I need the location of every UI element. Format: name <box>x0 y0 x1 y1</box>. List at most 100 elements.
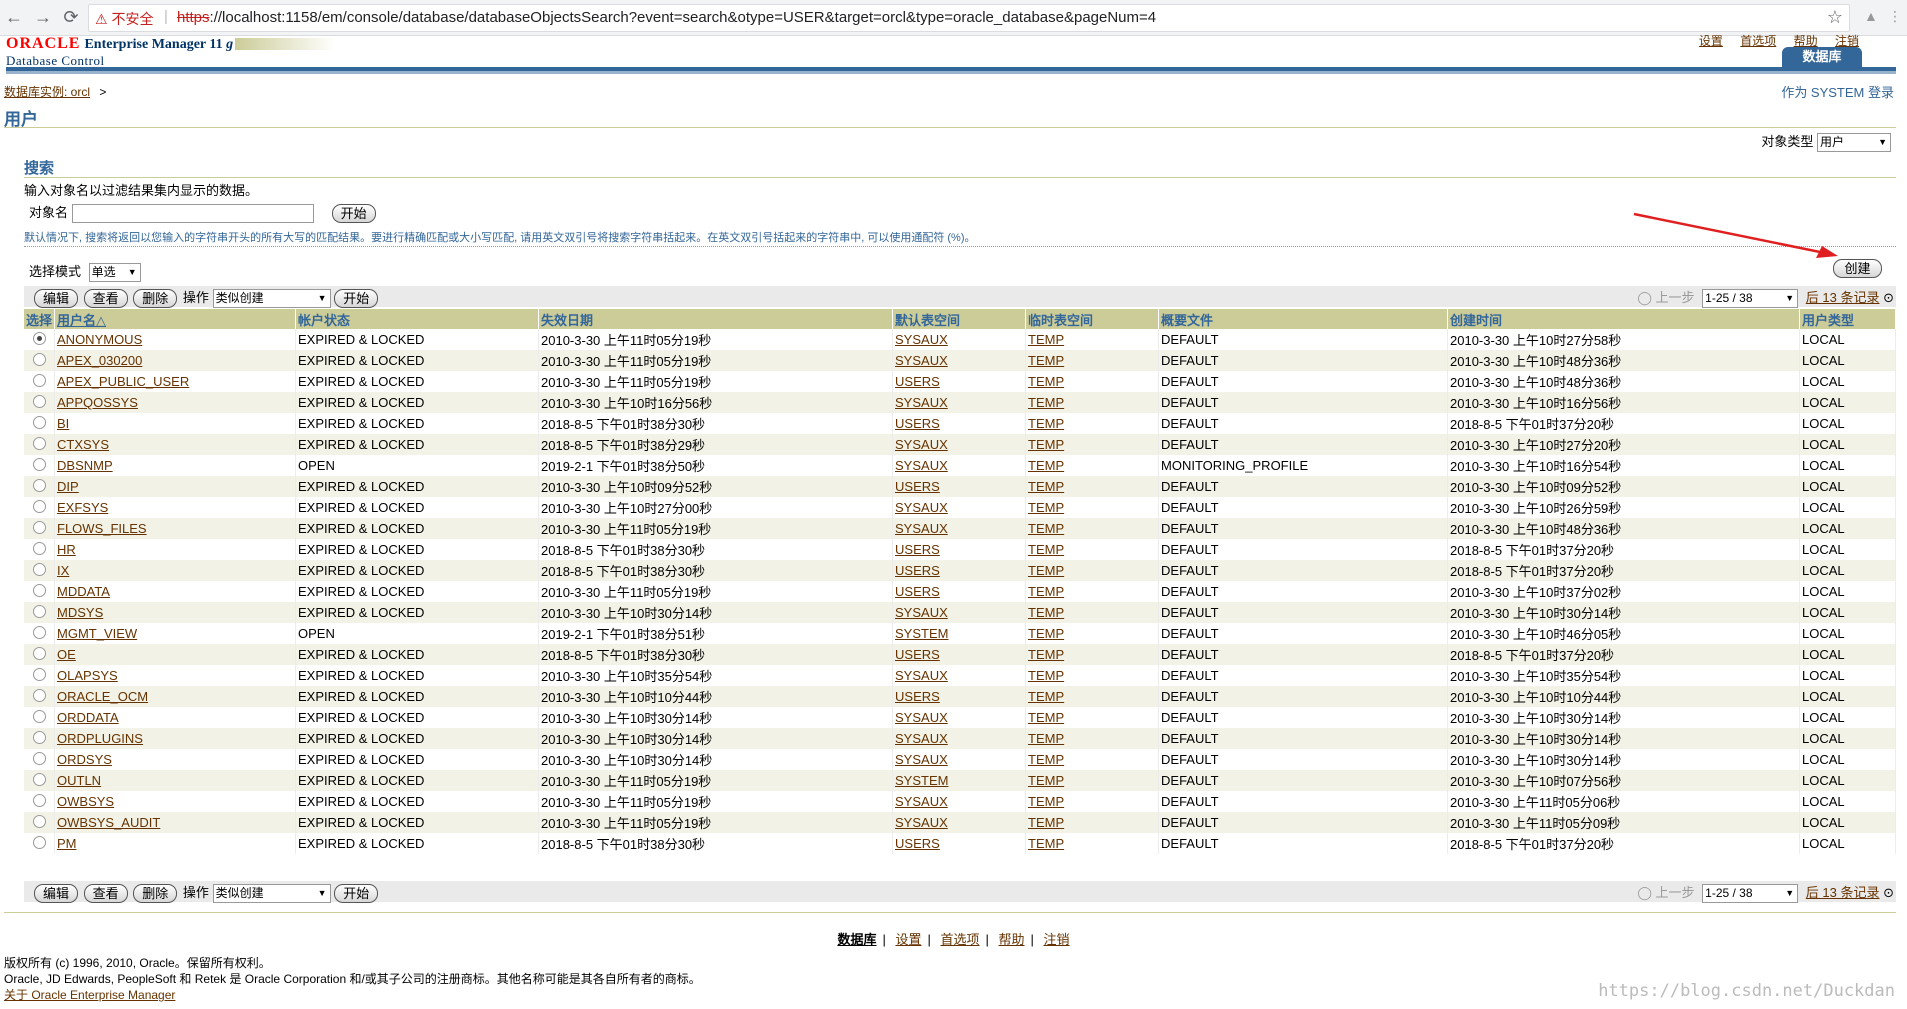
username-link[interactable]: ORDSYS <box>57 752 112 767</box>
default-tablespace-link[interactable]: SYSTEM <box>895 626 948 641</box>
default-tablespace-link[interactable]: USERS <box>895 563 940 578</box>
row-radio[interactable] <box>33 793 46 807</box>
default-tablespace-link[interactable]: SYSAUX <box>895 815 948 830</box>
default-tablespace-link[interactable]: SYSAUX <box>895 458 948 473</box>
username-link[interactable]: APPQOSSYS <box>57 395 138 410</box>
view-button[interactable]: 查看 <box>83 289 128 309</box>
temp-tablespace-link[interactable]: TEMP <box>1028 689 1064 704</box>
global-link-setup[interactable]: 设置 <box>1699 34 1723 48</box>
select-mode-select[interactable]: 单选 ▼ <box>88 263 141 283</box>
temp-tablespace-link[interactable]: TEMP <box>1028 605 1064 620</box>
temp-tablespace-link[interactable]: TEMP <box>1028 542 1064 557</box>
temp-tablespace-link[interactable]: TEMP <box>1028 710 1064 725</box>
next-circle-icon[interactable]: ⊙ <box>1883 290 1894 305</box>
delete-button[interactable]: 删除 <box>133 884 178 904</box>
row-radio[interactable] <box>33 457 46 471</box>
default-tablespace-link[interactable]: USERS <box>895 584 940 599</box>
username-link[interactable]: DIP <box>57 479 79 494</box>
username-link[interactable]: OWBSYS <box>57 794 114 809</box>
default-tablespace-link[interactable]: SYSAUX <box>895 794 948 809</box>
footer-link-setup[interactable]: 设置 <box>895 932 921 947</box>
row-radio[interactable] <box>33 352 46 366</box>
temp-tablespace-link[interactable]: TEMP <box>1028 584 1064 599</box>
row-radio[interactable] <box>33 373 46 387</box>
username-link[interactable]: HR <box>57 542 76 557</box>
username-link[interactable]: APEX_030200 <box>57 353 142 368</box>
next-page-link[interactable]: 后 13 条记录 <box>1806 290 1880 305</box>
default-tablespace-link[interactable]: SYSAUX <box>895 353 948 368</box>
row-radio[interactable] <box>33 688 46 702</box>
temp-tablespace-link[interactable]: TEMP <box>1028 815 1064 830</box>
row-radio[interactable] <box>33 835 46 849</box>
footer-link-logout[interactable]: 注销 <box>1044 932 1070 947</box>
url-text[interactable]: https://localhost:1158/em/console/databa… <box>177 9 1156 26</box>
default-tablespace-link[interactable]: SYSAUX <box>895 752 948 767</box>
default-tablespace-link[interactable]: USERS <box>895 647 940 662</box>
action-go-button[interactable]: 开始 <box>334 289 379 309</box>
username-link[interactable]: ORDPLUGINS <box>57 731 143 746</box>
default-tablespace-link[interactable]: USERS <box>895 416 940 431</box>
breadcrumb-instance-link[interactable]: 数据库实例: orcl <box>4 85 90 99</box>
temp-tablespace-link[interactable]: TEMP <box>1028 836 1064 851</box>
next-circle-icon[interactable]: ⊙ <box>1883 885 1894 900</box>
default-tablespace-link[interactable]: USERS <box>895 542 940 557</box>
object-type-select[interactable]: 用户 ▼ <box>1817 133 1891 153</box>
default-tablespace-link[interactable]: USERS <box>895 479 940 494</box>
temp-tablespace-link[interactable]: TEMP <box>1028 437 1064 452</box>
username-link[interactable]: BI <box>57 416 69 431</box>
row-radio[interactable] <box>33 520 46 534</box>
reload-icon[interactable]: ⟳ <box>60 6 82 28</box>
username-link[interactable]: MDSYS <box>57 605 103 620</box>
global-link-help[interactable]: 帮助 <box>1794 34 1818 48</box>
row-radio[interactable] <box>33 625 46 639</box>
footer-link-database[interactable]: 数据库 <box>837 932 876 947</box>
username-link[interactable]: ORACLE_OCM <box>57 689 148 704</box>
default-tablespace-link[interactable]: SYSAUX <box>895 605 948 620</box>
username-link[interactable]: ANONYMOUS <box>57 332 142 347</box>
object-name-input[interactable] <box>72 204 315 224</box>
username-link[interactable]: EXFSYS <box>57 500 108 515</box>
row-radio[interactable] <box>33 709 46 723</box>
action-go-button[interactable]: 开始 <box>334 884 379 904</box>
temp-tablespace-link[interactable]: TEMP <box>1028 626 1064 641</box>
temp-tablespace-link[interactable]: TEMP <box>1028 731 1064 746</box>
temp-tablespace-link[interactable]: TEMP <box>1028 752 1064 767</box>
footer-link-preferences[interactable]: 首选项 <box>940 932 979 947</box>
default-tablespace-link[interactable]: SYSTEM <box>895 773 948 788</box>
row-radio[interactable] <box>33 562 46 576</box>
create-button[interactable]: 创建 <box>1833 259 1882 278</box>
not-secure-warning[interactable]: ⚠ 不安全 <box>95 9 153 29</box>
default-tablespace-link[interactable]: SYSAUX <box>895 332 948 347</box>
page-range-select[interactable]: 1-25 / 38 ▼ <box>1702 289 1799 309</box>
search-go-button[interactable]: 开始 <box>331 204 376 224</box>
username-link[interactable]: OE <box>57 647 76 662</box>
username-link[interactable]: APEX_PUBLIC_USER <box>57 374 189 389</box>
default-tablespace-link[interactable]: SYSAUX <box>895 710 948 725</box>
username-link[interactable]: CTXSYS <box>57 437 109 452</box>
temp-tablespace-link[interactable]: TEMP <box>1028 458 1064 473</box>
row-radio[interactable] <box>33 730 46 744</box>
temp-tablespace-link[interactable]: TEMP <box>1028 332 1064 347</box>
row-radio[interactable] <box>33 583 46 597</box>
row-radio[interactable] <box>33 436 46 450</box>
sort-username-link[interactable]: 用户名△ <box>57 313 106 328</box>
username-link[interactable]: MGMT_VIEW <box>57 626 137 641</box>
extension-icon[interactable]: ▲ <box>1864 8 1878 24</box>
username-link[interactable]: OUTLN <box>57 773 101 788</box>
default-tablespace-link[interactable]: USERS <box>895 374 940 389</box>
row-radio[interactable] <box>33 499 46 513</box>
temp-tablespace-link[interactable]: TEMP <box>1028 521 1064 536</box>
row-radio[interactable] <box>33 604 46 618</box>
username-link[interactable]: IX <box>57 563 69 578</box>
row-radio[interactable] <box>33 667 46 681</box>
next-page-link[interactable]: 后 13 条记录 <box>1806 885 1880 900</box>
tab-database[interactable]: 数据库 <box>1782 47 1862 67</box>
global-link-logout[interactable]: 注销 <box>1835 34 1859 48</box>
default-tablespace-link[interactable]: USERS <box>895 836 940 851</box>
username-link[interactable]: ORDDATA <box>57 710 119 725</box>
username-link[interactable]: DBSNMP <box>57 458 113 473</box>
row-radio[interactable] <box>33 541 46 555</box>
username-link[interactable]: OLAPSYS <box>57 668 118 683</box>
row-radio[interactable] <box>33 331 46 345</box>
row-radio[interactable] <box>33 478 46 492</box>
